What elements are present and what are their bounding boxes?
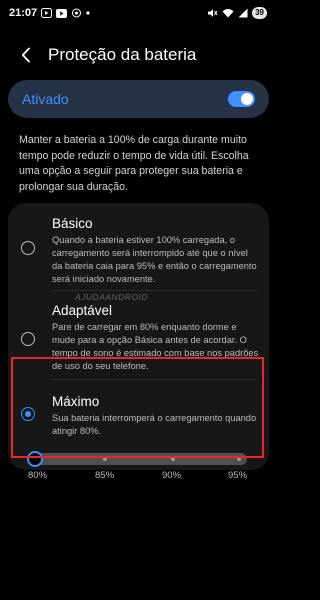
option-title-basico: Básico bbox=[52, 216, 93, 231]
back-button[interactable] bbox=[14, 43, 38, 67]
status-bar: 21:07 39 bbox=[0, 0, 277, 26]
option-text-basico: Quando a bateria estiver 100% carregada,… bbox=[52, 235, 257, 284]
page-title: Proteção da bateria bbox=[48, 45, 197, 64]
chevron-left-icon bbox=[21, 47, 30, 63]
watermark: AJUDAANDROID bbox=[75, 292, 149, 302]
slider-label-95: 95% bbox=[228, 470, 248, 481]
divider bbox=[52, 290, 257, 291]
description-text: Manter a bateria a 100% de carga durante… bbox=[19, 134, 249, 193]
page-header: Proteção da bateria bbox=[0, 42, 277, 68]
master-toggle-switch[interactable] bbox=[228, 91, 255, 107]
media-icon bbox=[71, 8, 82, 18]
signal-icon bbox=[238, 8, 248, 18]
dot-icon bbox=[86, 11, 90, 15]
highlight-box bbox=[11, 357, 264, 458]
status-bar-right: 39 bbox=[207, 7, 267, 19]
radio-adaptavel[interactable] bbox=[21, 332, 35, 346]
master-toggle-label: Ativado bbox=[22, 91, 69, 107]
radio-basico[interactable] bbox=[21, 241, 35, 255]
wifi-icon bbox=[222, 8, 234, 18]
status-time: 21:07 bbox=[9, 7, 38, 19]
mute-icon bbox=[207, 8, 218, 18]
video-app-icon bbox=[41, 8, 53, 18]
slider-label-80: 80% bbox=[28, 470, 48, 481]
master-toggle-row[interactable]: Ativado bbox=[8, 80, 269, 118]
slider-label-90: 90% bbox=[162, 470, 182, 481]
status-bar-left: 21:07 bbox=[9, 7, 90, 19]
youtube-icon bbox=[56, 8, 68, 18]
slider-label-85: 85% bbox=[95, 470, 115, 481]
battery-level: 39 bbox=[252, 7, 267, 19]
switch-knob bbox=[241, 93, 253, 105]
option-title-adaptavel: Adaptável bbox=[52, 303, 113, 318]
option-basico[interactable]: Básico Quando a bateria estiver 100% car… bbox=[8, 203, 269, 284]
